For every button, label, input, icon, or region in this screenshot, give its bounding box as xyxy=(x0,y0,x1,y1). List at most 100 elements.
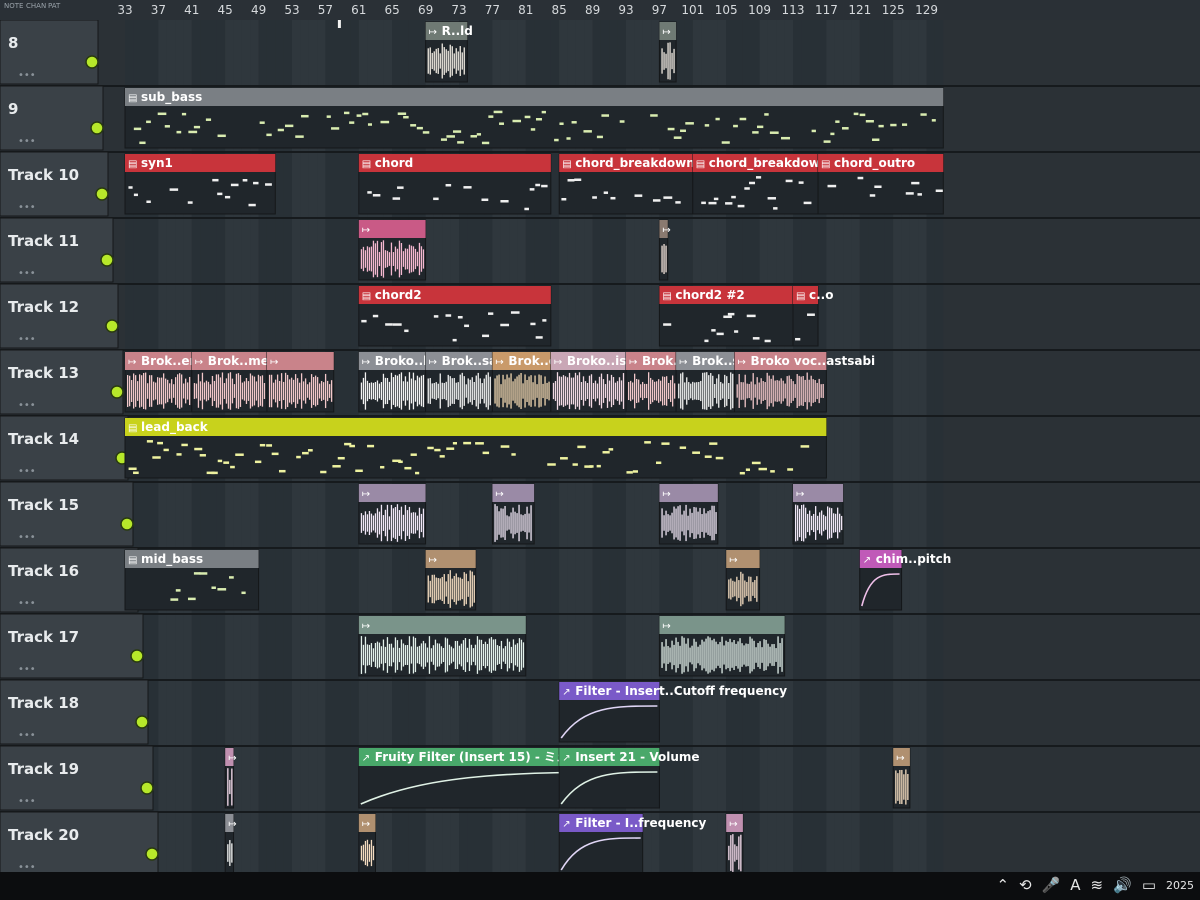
track-mute-led[interactable] xyxy=(120,517,134,531)
track-header[interactable] xyxy=(0,85,104,151)
microphone-icon[interactable]: 🎤 xyxy=(1042,876,1061,894)
mode-chan[interactable]: CHAN xyxy=(26,2,46,10)
battery-icon[interactable]: ▭ xyxy=(1142,876,1156,894)
playlist-clip[interactable]: ↦ xyxy=(358,813,376,875)
waveform-bar xyxy=(667,646,669,664)
playlist-clip[interactable]: ↦ xyxy=(892,747,911,809)
playlist-clip[interactable]: syn1 ▤ xyxy=(124,153,276,215)
track-mute-led[interactable] xyxy=(145,847,159,861)
playlist-clip[interactable]: ↦ xyxy=(358,615,527,677)
mode-pat[interactable]: PAT xyxy=(48,2,60,10)
playlist-clip[interactable]: ↦ xyxy=(658,21,677,83)
track-mute-led[interactable] xyxy=(140,781,154,795)
waveform-bar xyxy=(489,376,491,406)
waveform-bar xyxy=(775,648,777,662)
playlist-clip[interactable]: ↦ xyxy=(725,549,761,611)
note xyxy=(488,115,494,118)
playlist-clip[interactable]: chord2 ▤ xyxy=(358,285,552,347)
clip-label: c..o xyxy=(809,288,833,302)
track-menu-icon[interactable]: ••• xyxy=(18,334,36,345)
waveform-bar xyxy=(394,637,397,673)
waveform-bar xyxy=(480,639,483,671)
waveform-bar xyxy=(683,510,685,536)
track-mute-led[interactable] xyxy=(135,715,149,729)
playlist-clip[interactable]: ↦ xyxy=(358,483,427,545)
track-menu-icon[interactable]: ••• xyxy=(18,70,36,81)
note xyxy=(163,448,169,452)
clip-label: chord_outro xyxy=(834,156,915,171)
track-menu-icon[interactable]: ••• xyxy=(18,268,36,279)
playlist-clip[interactable]: ↦ xyxy=(658,483,719,545)
track-menu-icon[interactable]: ••• xyxy=(18,664,36,675)
track-mute-led[interactable] xyxy=(100,253,114,267)
note xyxy=(410,453,417,456)
waveform-bar xyxy=(484,641,487,669)
track-mute-led[interactable] xyxy=(85,55,99,69)
playlist-clip[interactable]: ↦ xyxy=(358,219,427,281)
note xyxy=(663,323,672,326)
playlist-clip[interactable]: ↦ xyxy=(792,483,844,545)
waveform-bar xyxy=(720,381,722,401)
track-menu-icon[interactable]: ••• xyxy=(18,532,36,543)
playlist-clip[interactable]: ↦ xyxy=(491,483,535,545)
waveform-bar xyxy=(494,378,496,404)
waveform-bar xyxy=(600,373,603,409)
playlist-clip[interactable]: sub_bass ▤ xyxy=(124,87,944,149)
playlist-clip[interactable]: ↦ xyxy=(425,549,477,611)
playlist-clip[interactable]: chord_outro ▤ xyxy=(817,153,944,215)
note xyxy=(259,443,266,447)
track-menu-icon[interactable]: ••• xyxy=(18,730,36,741)
track-menu-icon[interactable]: ••• xyxy=(18,466,36,477)
waveform-bar xyxy=(366,644,369,666)
sync-icon[interactable]: ⟲ xyxy=(1019,876,1032,894)
waveform-bar xyxy=(754,580,756,598)
clip-label: chord2 #2 xyxy=(675,288,744,302)
playlist-arrangement[interactable]: 8 ••• 9 ••• Track 10 ••• Track 11 ••• Track 12 ••… xyxy=(0,20,1200,900)
track-mute-led[interactable] xyxy=(130,649,144,663)
track-menu-icon[interactable]: ••• xyxy=(18,598,36,609)
mode-note[interactable]: NOTE xyxy=(4,2,23,10)
waveform-bar xyxy=(270,374,273,408)
waveform-bar xyxy=(324,373,327,409)
track-menu-icon[interactable]: ••• xyxy=(18,400,36,411)
waveform-bar xyxy=(302,381,305,401)
playlist-clip[interactable]: lead_back ▤ xyxy=(124,417,827,479)
track-mute-led[interactable] xyxy=(95,187,109,201)
waveform-bar xyxy=(528,376,530,406)
track-mute-led[interactable] xyxy=(105,319,119,333)
note xyxy=(433,197,439,201)
bar-number: 129 xyxy=(915,3,939,17)
track-header[interactable] xyxy=(0,217,114,283)
bar-number: 85 xyxy=(551,3,567,17)
waveform-bar xyxy=(516,376,518,406)
input-language-icon[interactable]: A xyxy=(1070,876,1080,894)
track-header[interactable] xyxy=(0,20,99,85)
track-mute-led[interactable] xyxy=(110,385,124,399)
playlist-clip[interactable]: mid_bass ▤ xyxy=(124,549,260,611)
playlist-clip[interactable]: R..ld ↦ xyxy=(425,21,473,83)
playlist-clip[interactable]: chord ▤ xyxy=(358,153,552,215)
track-header[interactable] xyxy=(0,151,109,217)
playlist-clip[interactable]: ↦ xyxy=(658,615,786,677)
playlist-clip[interactable]: ↦ xyxy=(725,813,744,875)
volume-icon[interactable]: 🔊 xyxy=(1113,876,1132,894)
waveform-bar xyxy=(382,639,385,671)
playlist-clip[interactable]: chord2 #2 ▤ xyxy=(658,285,794,347)
track-name: Track 12 xyxy=(8,298,79,316)
waveform-bar xyxy=(707,511,709,535)
waveform-bar xyxy=(800,376,802,406)
note xyxy=(422,131,430,134)
timeline-ruler[interactable]: NOTE CHAN PAT 33 37 41 45 49 53 57 61 65 69 73 77 81 85 8… xyxy=(0,0,1200,21)
waveform-bar xyxy=(457,577,459,601)
playlist-clip[interactable]: chord_breakdown ▤ xyxy=(558,153,695,215)
wifi-icon[interactable]: ≋ xyxy=(1091,876,1104,894)
note xyxy=(475,442,484,445)
track-menu-icon[interactable]: ••• xyxy=(18,136,36,147)
track-mute-led[interactable] xyxy=(90,121,104,135)
playlist-clip[interactable]: ↦ xyxy=(266,351,335,413)
track-menu-icon[interactable]: ••• xyxy=(18,796,36,807)
track-menu-icon[interactable]: ••• xyxy=(18,202,36,213)
waveform-bar xyxy=(679,505,681,541)
chevron-up-icon[interactable]: ⌃ xyxy=(996,876,1009,894)
audio-clip-icon: ↦ xyxy=(362,357,370,368)
